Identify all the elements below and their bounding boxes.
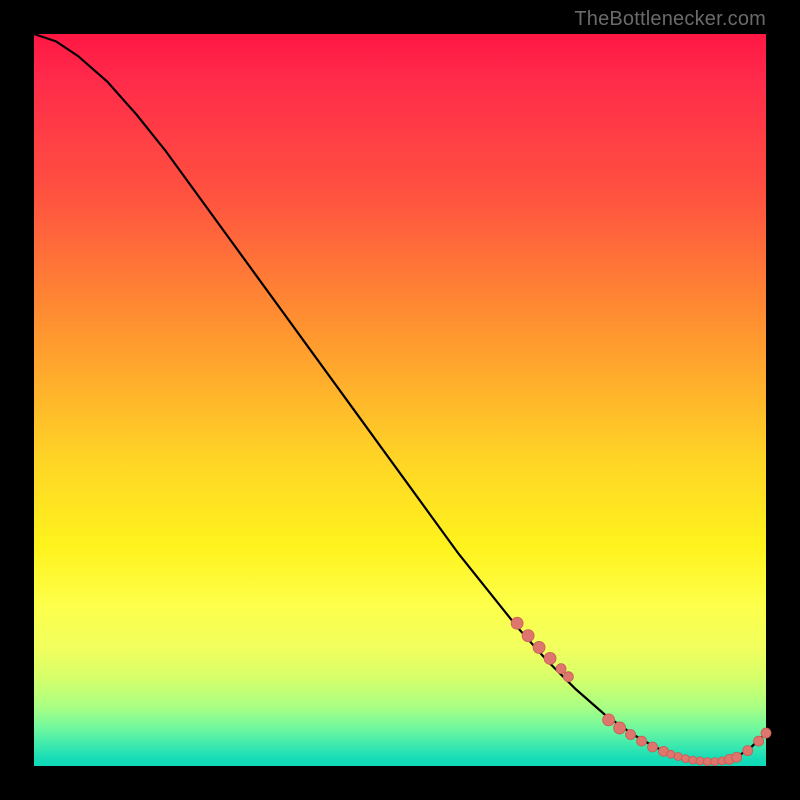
marker-tail-2: [761, 728, 771, 738]
marker-cluster-b-6: [667, 750, 675, 758]
attribution-label: TheBottlenecker.com: [574, 8, 766, 31]
bottleneck-curve: [34, 34, 766, 762]
marker-tail-1: [754, 736, 764, 746]
curve-layer: [34, 34, 766, 766]
data-markers: [511, 617, 771, 765]
marker-cluster-a-5: [563, 672, 573, 682]
marker-cluster-b-0: [603, 714, 615, 726]
marker-cluster-a-1: [522, 630, 534, 642]
marker-cluster-b-2: [626, 730, 636, 740]
marker-cluster-a-3: [544, 652, 556, 664]
marker-cluster-b-4: [648, 742, 658, 752]
marker-tail-0: [743, 746, 753, 756]
marker-cluster-b-15: [732, 752, 742, 762]
marker-cluster-a-4: [556, 664, 566, 674]
marker-cluster-b-10: [696, 757, 704, 765]
marker-cluster-b-7: [674, 752, 682, 760]
marker-cluster-b-9: [689, 756, 697, 764]
marker-cluster-b-8: [681, 755, 689, 763]
marker-cluster-b-12: [711, 758, 719, 766]
chart-frame: TheBottlenecker.com: [0, 0, 800, 800]
marker-cluster-b-11: [703, 758, 711, 766]
marker-cluster-b-1: [614, 722, 626, 734]
marker-cluster-b-3: [637, 736, 647, 746]
marker-cluster-a-2: [533, 641, 545, 653]
plot-area: [34, 34, 766, 766]
marker-cluster-a-0: [511, 617, 523, 629]
